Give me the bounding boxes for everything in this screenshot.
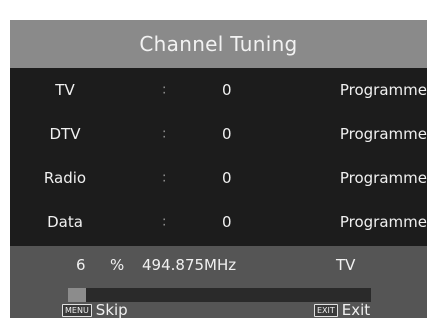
row-dtv: DTV : 0 Programme <box>10 112 427 156</box>
row-radio: Radio : 0 Programme <box>10 156 427 200</box>
title-bar: Channel Tuning <box>10 20 427 68</box>
row-count: 0 <box>222 169 232 187</box>
row-tv: TV : 0 Programme <box>10 68 427 112</box>
exit-label: Exit <box>341 301 371 319</box>
row-label: Radio <box>43 169 87 187</box>
exit-hint[interactable]: EXIT Exit <box>314 301 370 319</box>
skip-label: Skip <box>95 301 128 319</box>
row-unit: Programme <box>339 169 427 187</box>
skip-hint[interactable]: MENU Skip <box>62 301 128 319</box>
row-label: Data <box>47 213 83 231</box>
programme-count-list: TV : 0 Programme DTV : 0 Programme Radio… <box>10 68 427 246</box>
tuning-status-panel: 6 % 494.875MHz TV MENU Skip EXIT Exit <box>10 246 427 319</box>
row-colon: : <box>162 214 167 230</box>
scan-progress-fill <box>68 288 86 302</box>
row-label: TV <box>55 81 75 99</box>
row-colon: : <box>162 126 167 142</box>
scan-progress-bar <box>68 288 371 302</box>
progress-percent: 6 <box>76 256 86 274</box>
frequency-readout: 494.875MHz <box>142 256 237 274</box>
page-title: Channel Tuning <box>139 32 298 56</box>
row-unit: Programme <box>339 125 427 143</box>
row-colon: : <box>162 82 167 98</box>
row-count: 0 <box>222 81 232 99</box>
menu-key-icon: MENU <box>62 303 92 317</box>
row-unit: Programme <box>339 213 427 231</box>
row-data: Data : 0 Programme <box>10 200 427 244</box>
row-label: DTV <box>49 125 81 143</box>
row-colon: : <box>162 170 167 186</box>
channel-tuning-screen: Channel Tuning TV : 0 Programme DTV : 0 … <box>10 20 427 319</box>
exit-key-icon: EXIT <box>314 303 338 317</box>
band-label: TV <box>336 256 356 274</box>
percent-sign: % <box>110 256 125 274</box>
row-unit: Programme <box>339 81 427 99</box>
row-count: 0 <box>222 125 232 143</box>
row-count: 0 <box>222 213 232 231</box>
